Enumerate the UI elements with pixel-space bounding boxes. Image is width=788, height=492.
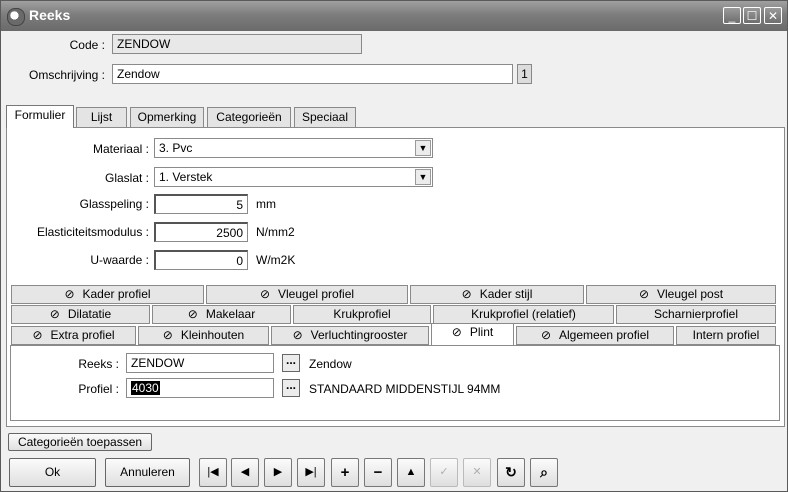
reeks-browse-button[interactable]: ... bbox=[282, 354, 300, 372]
profiel-value: 4030 bbox=[131, 381, 160, 395]
tab-kader-profiel[interactable]: ⊘ Kader profiel bbox=[11, 285, 204, 304]
tab-opmerking[interactable]: Opmerking bbox=[130, 107, 204, 127]
elasticiteit-field[interactable]: 2500 bbox=[154, 222, 248, 242]
paperclip-icon: ⊘ bbox=[292, 328, 303, 342]
profiel-label: Profiel : bbox=[78, 382, 119, 396]
close-button[interactable]: ✕ bbox=[764, 7, 782, 24]
maximize-button[interactable]: ☐ bbox=[743, 7, 761, 24]
tab-formulier[interactable]: Formulier bbox=[6, 105, 74, 128]
elasticiteit-unit: N/mm2 bbox=[256, 225, 295, 239]
uwaarde-label: U-waarde : bbox=[90, 253, 149, 267]
code-field[interactable]: ZENDOW bbox=[112, 34, 362, 54]
elasticiteit-label: Elasticiteitsmodulus : bbox=[36, 225, 149, 239]
window-title: Reeks bbox=[29, 7, 71, 23]
title-bar: Reeks _ ☐ ✕ bbox=[1, 1, 787, 31]
profiel-field[interactable]: 4030 bbox=[126, 378, 274, 398]
tab-kader-stijl[interactable]: ⊘ Kader stijl bbox=[410, 285, 584, 304]
uwaarde-field[interactable]: 0 bbox=[154, 250, 248, 270]
tab-intern-profiel[interactable]: Intern profiel bbox=[676, 326, 776, 345]
glasspeling-label: Glasspeling : bbox=[79, 197, 149, 211]
tab-vleugel-profiel[interactable]: ⊘ Vleugel profiel bbox=[206, 285, 408, 304]
tab-vleugel-post[interactable]: ⊘ Vleugel post bbox=[586, 285, 776, 304]
tab-scharnierprofiel[interactable]: Scharnierprofiel bbox=[616, 305, 776, 324]
window: Reeks _ ☐ ✕ Code : ZENDOW Omschrijving :… bbox=[0, 0, 788, 492]
paperclip-icon: ⊘ bbox=[49, 307, 60, 321]
tab-krukprofiel-relatief[interactable]: Krukprofiel (relatief) bbox=[433, 305, 614, 324]
tab-extra-profiel[interactable]: ⊘ Extra profiel bbox=[11, 326, 136, 345]
delete-record-icon[interactable]: − bbox=[364, 458, 392, 487]
binoculars-icon[interactable]: ⌕ bbox=[530, 458, 558, 487]
materiaal-label: Materiaal : bbox=[92, 142, 149, 156]
materiaal-value: 3. Pvc bbox=[159, 141, 193, 155]
glaslat-label: Glaslat : bbox=[104, 171, 149, 185]
omschrijving-field[interactable]: Zendow bbox=[112, 64, 513, 84]
reeks-field[interactable]: ZENDOW bbox=[126, 353, 274, 373]
tab-verluchtingrooster[interactable]: ⊘ Verluchtingrooster bbox=[271, 326, 429, 345]
paperclip-icon: ⊘ bbox=[259, 287, 270, 301]
cancel-edit-icon: ✕ bbox=[463, 458, 491, 487]
chevron-down-icon[interactable]: ▼ bbox=[415, 140, 431, 156]
tab-speciaal[interactable]: Speciaal bbox=[294, 107, 356, 127]
previous-record-icon[interactable]: ◀ bbox=[231, 458, 259, 487]
code-label: Code : bbox=[69, 38, 105, 52]
minimize-button[interactable]: _ bbox=[723, 7, 741, 24]
omschrijving-label: Omschrijving : bbox=[28, 68, 105, 82]
glasspeling-unit: mm bbox=[256, 197, 276, 211]
paperclip-icon: ⊘ bbox=[540, 328, 551, 342]
tab-algemeen-profiel[interactable]: ⊘ Algemeen profiel bbox=[516, 326, 674, 345]
app-icon bbox=[7, 8, 25, 26]
glasspeling-field[interactable]: 5 bbox=[154, 194, 248, 214]
move-up-icon[interactable]: ▲ bbox=[397, 458, 425, 487]
paperclip-icon: ⊘ bbox=[187, 307, 198, 321]
language-counter[interactable]: 1 bbox=[517, 64, 532, 84]
profiel-description: STANDAARD MIDDENSTIJL 94MM bbox=[309, 382, 501, 396]
tab-plint[interactable]: ⊘ Plint bbox=[431, 323, 514, 345]
last-record-icon[interactable]: ▶| bbox=[297, 458, 325, 487]
tab-krukprofiel[interactable]: Krukprofiel bbox=[293, 305, 431, 324]
chevron-down-icon[interactable]: ▼ bbox=[415, 169, 431, 185]
tab-dilatatie[interactable]: ⊘ Dilatatie bbox=[11, 305, 150, 324]
uwaarde-unit: W/m2K bbox=[256, 253, 296, 267]
cancel-button[interactable]: Annuleren bbox=[105, 458, 190, 487]
confirm-icon: ✓ bbox=[430, 458, 458, 487]
glaslat-value: 1. Verstek bbox=[159, 170, 213, 184]
add-record-icon[interactable]: + bbox=[331, 458, 359, 487]
paperclip-icon: ⊘ bbox=[461, 287, 472, 301]
tab-lijst[interactable]: Lijst bbox=[76, 107, 127, 127]
next-record-icon[interactable]: ▶ bbox=[264, 458, 292, 487]
tab-kleinhouten[interactable]: ⊘ Kleinhouten bbox=[138, 326, 269, 345]
paperclip-icon: ⊘ bbox=[638, 287, 649, 301]
refresh-icon[interactable]: ↻ bbox=[497, 458, 525, 487]
first-record-icon[interactable]: |◀ bbox=[199, 458, 227, 487]
paperclip-icon: ⊘ bbox=[64, 287, 75, 301]
tab-categorieen[interactable]: Categorieën bbox=[207, 107, 291, 127]
ok-button[interactable]: Ok bbox=[9, 458, 96, 487]
reeks-label: Reeks : bbox=[78, 357, 119, 371]
materiaal-select[interactable]: 3. Pvc ▼ bbox=[154, 138, 433, 158]
paperclip-icon: ⊘ bbox=[162, 328, 173, 342]
apply-categories-button[interactable]: Categorieën toepassen bbox=[8, 433, 152, 451]
glaslat-select[interactable]: 1. Verstek ▼ bbox=[154, 167, 433, 187]
tab-makelaar[interactable]: ⊘ Makelaar bbox=[152, 305, 291, 324]
paperclip-icon: ⊘ bbox=[32, 328, 43, 342]
reeks-description: Zendow bbox=[309, 357, 352, 371]
paperclip-icon: ⊘ bbox=[451, 325, 462, 339]
profiel-browse-button[interactable]: ... bbox=[282, 379, 300, 397]
